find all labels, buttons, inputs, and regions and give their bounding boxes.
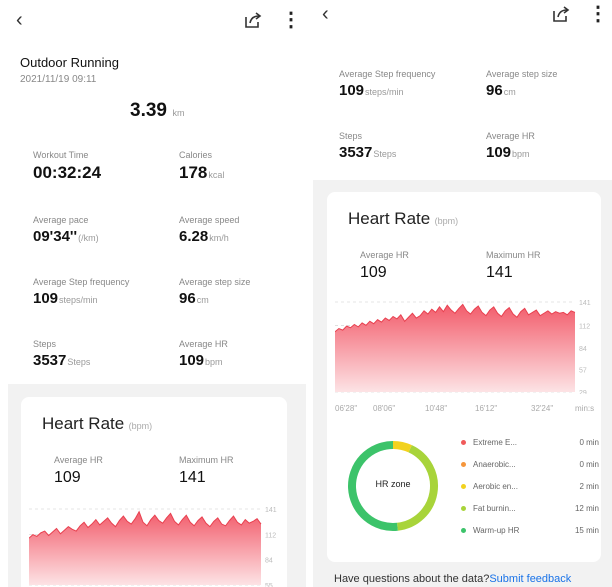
- y-tick-label: 29: [579, 390, 587, 394]
- feedback-question: Have questions about the data?: [334, 573, 490, 585]
- y-tick-label: 112: [265, 533, 276, 540]
- x-tick-label: 16'12": [475, 404, 498, 413]
- x-tick-label: 32'24": [531, 404, 554, 413]
- submit-feedback-link[interactable]: Submit feedback: [489, 573, 571, 585]
- feedback-row: Have questions about the data?Submit fee…: [334, 573, 571, 585]
- zone-name: Anaerobic...: [473, 460, 516, 469]
- stat-value: 109steps/min: [339, 82, 404, 99]
- back-arrow-icon[interactable]: ‹: [322, 4, 329, 24]
- stat-value: 109bpm: [179, 352, 223, 369]
- stat-value: 96cm: [486, 82, 516, 99]
- heart-rate-area: [335, 304, 575, 392]
- stat-label: Average step size: [486, 69, 558, 79]
- average-hr-label: Average HR: [360, 250, 409, 260]
- hr-zone-legend-item: Anaerobic...: [461, 460, 516, 469]
- zone-color-dot: [461, 462, 466, 468]
- hr-zone-legend-item: Warm-up HR: [461, 526, 519, 535]
- zone-name: Extreme E...: [473, 438, 518, 447]
- zone-minutes: 0 min: [579, 460, 599, 469]
- stat-value: 6.28km/h: [179, 228, 229, 245]
- average-hr-value: 109: [360, 264, 387, 281]
- average-hr-value: 109: [54, 469, 81, 486]
- stat-label: Average step size: [179, 277, 251, 287]
- stat-label: Calories: [179, 150, 213, 160]
- stat-value: 178kcal: [179, 163, 225, 182]
- zone-minutes: 12 min: [574, 504, 599, 513]
- max-hr-label: Maximum HR: [486, 250, 541, 260]
- max-hr-value: 141: [486, 264, 513, 281]
- zone-name: Warm-up HR: [473, 526, 520, 535]
- hr-zone-legend-item: Extreme E...: [461, 438, 517, 447]
- zone-color-dot: [461, 506, 466, 512]
- stat-value: 3537Steps: [339, 144, 397, 161]
- zone-minutes: 0 min: [579, 438, 599, 447]
- back-arrow-icon[interactable]: ‹: [16, 10, 23, 30]
- y-tick-label: 112: [579, 323, 590, 330]
- zone-color-dot: [461, 440, 466, 446]
- zone-color-dot: [461, 484, 466, 490]
- workout-datetime: 2021/11/19 09:11: [20, 74, 97, 85]
- hr-zone-slice: [392, 441, 412, 453]
- zone-name: Aerobic en...: [473, 482, 518, 491]
- stat-value: 00:32:24: [33, 163, 102, 182]
- stat-value: 96cm: [179, 290, 209, 307]
- max-hr-value: 141: [179, 469, 206, 486]
- y-tick-label: 141: [579, 300, 591, 307]
- stat-label: Steps: [339, 131, 363, 141]
- share-icon[interactable]: [551, 4, 571, 29]
- stat-label: Average Step frequency: [33, 277, 130, 287]
- screen-divider: [306, 0, 313, 587]
- heart-rate-title: Heart Rate (bpm): [42, 414, 153, 433]
- stat-label: Average HR: [179, 339, 228, 349]
- zone-name: Fat burnin...: [473, 504, 516, 513]
- heart-rate-card: Heart Rate (bpm) Average HR 109 Maximum …: [21, 397, 287, 587]
- share-icon[interactable]: [243, 10, 263, 35]
- more-options-icon[interactable]: ⋮: [281, 10, 301, 30]
- heart-rate-card: Heart Rate (bpm) Average HR 109 Maximum …: [327, 192, 601, 562]
- heart-rate-chart: 141 112 84 55: [29, 507, 277, 587]
- stat-label: Steps: [33, 339, 57, 349]
- stat-label: Workout Time: [33, 150, 89, 160]
- heart-rate-title: Heart Rate (bpm): [348, 209, 459, 228]
- stat-value: 109steps/min: [33, 290, 98, 307]
- y-tick-label: 84: [579, 346, 587, 353]
- distance: 3.39 km: [130, 100, 184, 122]
- hr-zone-center-label: HR zone: [375, 479, 411, 489]
- y-tick-label: 84: [265, 557, 273, 564]
- x-tick-label: min:s: [575, 404, 595, 413]
- max-hr-label: Maximum HR: [179, 455, 234, 465]
- distance-unit: km: [172, 108, 185, 118]
- y-tick-label: 55: [265, 583, 273, 587]
- zone-color-dot: [461, 528, 466, 534]
- stat-value: 09'34''(/km): [33, 228, 99, 245]
- y-tick-label: 57: [579, 368, 587, 375]
- stat-value: 109bpm: [486, 144, 530, 161]
- stat-label: Average pace: [33, 215, 89, 225]
- y-tick-label: 141: [265, 507, 277, 514]
- left-screen: ‹ ⋮ Outdoor Running 2021/11/19 09:11 3.3…: [0, 0, 306, 587]
- hr-zone-legend-item: Aerobic en...: [461, 482, 518, 491]
- hr-zone-legend-item: Fat burnin...: [461, 504, 516, 513]
- x-tick-label: 08'06": [373, 404, 396, 413]
- distance-value: 3.39: [130, 100, 167, 121]
- zone-minutes: 15 min: [574, 526, 599, 535]
- x-axis-labels: 06'28" 08'06" 10'48" 16'12" 32'24" min:s: [335, 404, 599, 416]
- stat-label: Average speed: [179, 215, 240, 225]
- heart-rate-chart: 141 112 84 57 29: [335, 300, 591, 394]
- x-tick-label: 10'48": [425, 404, 448, 413]
- right-screen: ‹ ⋮ Average Step frequency 109steps/min …: [313, 0, 612, 587]
- heart-rate-area: [29, 511, 261, 585]
- x-tick-label: 06'28": [335, 404, 358, 413]
- workout-title: Outdoor Running: [20, 55, 120, 70]
- stat-label: Average HR: [486, 131, 535, 141]
- more-options-icon[interactable]: ⋮: [588, 4, 608, 24]
- zone-minutes: 2 min: [579, 482, 599, 491]
- average-hr-label: Average HR: [54, 455, 103, 465]
- stat-value: 3537Steps: [33, 352, 91, 369]
- stat-label: Average Step frequency: [339, 69, 436, 79]
